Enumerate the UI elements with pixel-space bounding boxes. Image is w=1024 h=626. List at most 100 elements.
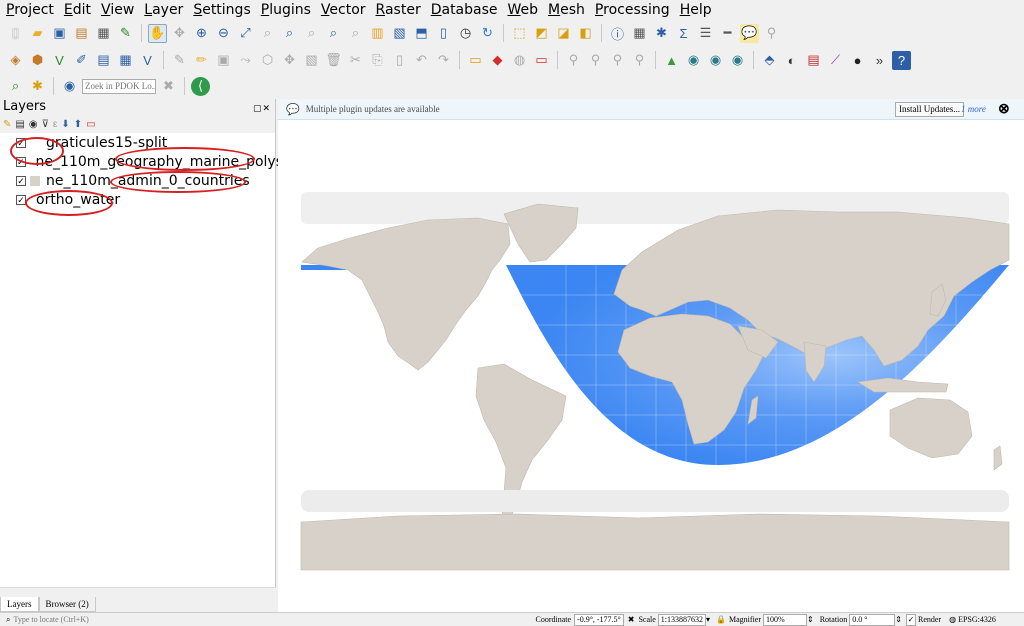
label-pin-icon[interactable]: ◆ (488, 51, 507, 70)
open-project-icon[interactable]: ▰ (28, 24, 47, 43)
label-show-hide-icon[interactable]: ▭ (532, 51, 551, 70)
add-virtual-icon[interactable]: V (138, 51, 157, 70)
save-project-icon[interactable]: ▣ (50, 24, 69, 43)
style-layer-icon[interactable]: ✎ (3, 119, 11, 130)
new-3d-view-icon[interactable]: ▧ (390, 24, 409, 43)
locator-plugin-icon[interactable]: ⌕ (6, 77, 25, 96)
zoom-out-icon[interactable]: ⊖ (214, 24, 233, 43)
redo-icon[interactable]: ↷ (434, 51, 453, 70)
crs-label[interactable]: EPSG:4326 (958, 615, 996, 624)
add-feature-icon[interactable]: ⬡ (258, 51, 277, 70)
new-project-icon[interactable]: ▯ (6, 24, 25, 43)
render-checkbox[interactable]: ✓ (905, 613, 916, 626)
layer-row[interactable]: ✓ ortho_water (0, 190, 275, 209)
globe-search-icon[interactable]: ◉ (684, 51, 703, 70)
help-icon[interactable]: ? (892, 50, 911, 70)
menu-settings[interactable]: Settings (193, 2, 250, 18)
collapse-all-icon[interactable]: ⬆ (74, 119, 82, 130)
plugin-chart-icon[interactable]: ⟋ (826, 51, 845, 70)
bookmark-icon[interactable]: ⬒ (412, 24, 431, 43)
lock-scale-icon[interactable]: 🔒 (716, 615, 726, 624)
plugin-layers-icon[interactable]: ▤ (804, 51, 823, 70)
zoom-native-icon[interactable]: ⌕ (302, 24, 321, 43)
digitize-icon[interactable]: ✐ (72, 51, 91, 70)
label-move-icon[interactable]: ⚲ (564, 51, 583, 70)
add-group-icon[interactable]: ▤ (15, 119, 24, 130)
share-icon[interactable]: ⟨ (191, 76, 210, 96)
layer-row[interactable]: ✓ ne_110m_admin_0_countries (0, 171, 275, 190)
filter-legend-icon[interactable]: ⊽ (42, 119, 49, 130)
zoom-selection-icon[interactable]: ⌕ (258, 24, 277, 43)
undo-icon[interactable]: ↶ (412, 51, 431, 70)
triangle-tool-icon[interactable]: ▲ (662, 51, 681, 70)
menu-project[interactable]: Project (6, 2, 54, 18)
save-as-icon[interactable]: ▤ (72, 24, 91, 43)
menu-raster[interactable]: Raster (376, 2, 421, 18)
menu-database[interactable]: Database (431, 2, 498, 18)
install-updates-button[interactable]: Install Updates... (895, 102, 964, 117)
close-message-icon[interactable]: ⊗ (998, 100, 1010, 117)
zoom-full-icon[interactable]: ⤢ (236, 24, 255, 43)
globe-car-icon[interactable]: ◉ (728, 51, 747, 70)
zoom-next-icon[interactable]: ⌕ (346, 24, 365, 43)
plugin-sphere-icon[interactable]: ● (848, 51, 867, 70)
processing-toolbox-icon[interactable]: ✱ (28, 77, 47, 96)
layer-tree-scrollbar[interactable] (0, 587, 276, 597)
menu-edit[interactable]: Edit (64, 2, 91, 18)
map-tips-icon[interactable]: 💬 (740, 23, 759, 43)
zoom-layer-icon[interactable]: ⌕ (280, 24, 299, 43)
zoom-in-icon[interactable]: ⊕ (192, 24, 211, 43)
panel-float-close-icon[interactable]: ▢✕ (253, 101, 271, 117)
layer-visibility-checkbox[interactable]: ✓ (16, 194, 26, 205)
label-diagram-icon[interactable]: ⚲ (630, 51, 649, 70)
layer-visibility-checkbox[interactable]: ✓ (16, 156, 26, 167)
python-console-icon[interactable]: ⬘ (760, 51, 779, 70)
globe-add-icon[interactable]: ◉ (706, 51, 725, 70)
pan-map-icon[interactable]: ✋ (148, 23, 167, 43)
add-raster-icon[interactable]: ▦ (116, 51, 135, 70)
pan-to-selection-icon[interactable]: ✥ (170, 24, 189, 43)
more-tools-icon[interactable]: » (870, 51, 889, 70)
temporal-controller-icon[interactable]: ◷ (456, 24, 475, 43)
attribute-table-icon[interactable]: ▦ (630, 24, 649, 43)
cut-features-icon[interactable]: ✂ (346, 51, 365, 70)
new-geopackage-icon[interactable]: ⬢ (28, 51, 47, 70)
select-by-value-icon[interactable]: ◩ (532, 24, 551, 43)
select-features-icon[interactable]: ⬚ (510, 24, 529, 43)
magnifier-spin-icon[interactable]: ⇕ (807, 615, 814, 624)
identify-icon[interactable]: ⓘ (608, 24, 627, 43)
filter-expression-icon[interactable]: ε (53, 119, 57, 130)
show-bookmarks-icon[interactable]: ▯ (434, 24, 453, 43)
tab-browser[interactable]: Browser (2) (38, 597, 96, 612)
plugin-flag-icon[interactable]: ◐ (782, 51, 801, 70)
digitize-shape-icon[interactable]: ⤳ (236, 51, 255, 70)
text-annotation-icon[interactable]: ⚲ (762, 24, 781, 43)
save-edits-icon[interactable]: ▣ (214, 51, 233, 70)
map-canvas[interactable]: 💬 Multiple plugin updates are available … (278, 99, 1024, 612)
pdok-search-input[interactable] (82, 78, 156, 94)
refresh-icon[interactable]: ↻ (478, 24, 497, 43)
remove-layer-icon[interactable]: ▭ (86, 119, 95, 130)
data-source-manager-icon[interactable]: ◈ (6, 51, 25, 70)
zoom-last-icon[interactable]: ⌕ (324, 24, 343, 43)
layer-visibility-checkbox[interactable]: ✓ (16, 175, 26, 186)
label-highlight-icon[interactable]: ◍ (510, 51, 529, 70)
paste-features-icon[interactable]: ▯ (390, 51, 409, 70)
menu-processing[interactable]: Processing (595, 2, 670, 18)
toggle-extents-icon[interactable]: ✖ (628, 615, 635, 624)
crs-globe-icon[interactable]: ◍ (949, 615, 956, 624)
add-wms-icon[interactable]: ▤ (94, 51, 113, 70)
visibility-icon[interactable]: ◉ (29, 119, 38, 130)
print-layout-icon[interactable]: ▦ (94, 24, 113, 43)
delete-selected-icon[interactable]: 🗑 (324, 51, 343, 70)
scale-dropdown-icon[interactable]: ▾ (706, 615, 710, 624)
label-toolbar-icon[interactable]: ▭ (466, 51, 485, 70)
modify-attributes-icon[interactable]: ▧ (302, 51, 321, 70)
menu-view[interactable]: View (101, 2, 134, 18)
label-change-icon[interactable]: ⚲ (608, 51, 627, 70)
deselect-all-icon[interactable]: ◪ (554, 24, 573, 43)
scale-field[interactable]: 1:133887632 (657, 613, 707, 626)
layer-visibility-checkbox[interactable]: ✓ (16, 137, 26, 148)
layer-row[interactable]: ✓ graticules15-split (0, 133, 275, 152)
toggle-editing-icon[interactable]: ✏ (192, 51, 211, 70)
